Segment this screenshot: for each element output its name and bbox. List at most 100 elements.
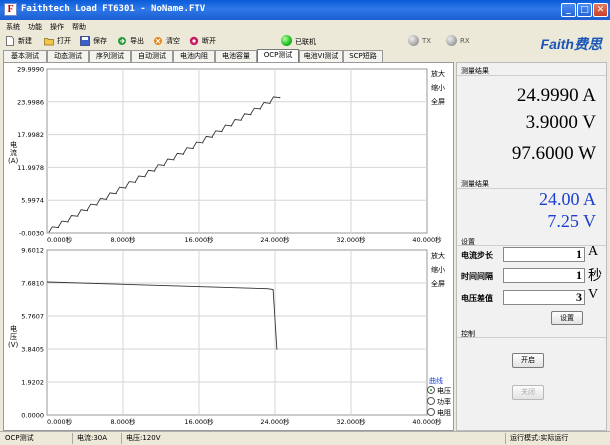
tab-battery-resistance[interactable]: 电池内阻 — [173, 50, 215, 62]
tab-ocp-test[interactable]: OCP测试 — [257, 49, 299, 63]
apply-settings-button[interactable]: 设置 — [551, 311, 583, 325]
title-bar: F Faithtech Load FT6301 - NoName.FTV _ □… — [0, 0, 610, 20]
y-tick-label: 5.7607 — [21, 313, 44, 321]
clear-button[interactable]: 清空 — [153, 35, 187, 48]
radio-icon — [427, 397, 435, 405]
tab-sequence-test[interactable]: 序列测试 — [89, 50, 131, 62]
menu-operation[interactable]: 操作 — [50, 22, 64, 32]
measured-current: 24.9990 A — [516, 85, 596, 106]
x-tick-label: 24.000秒 — [260, 417, 290, 426]
y-tick-label: 17.9982 — [17, 131, 44, 139]
ocp-voltage: 7.25 V — [547, 211, 596, 231]
window-title: Faithtech Load FT6301 - NoName.FTV — [21, 4, 206, 14]
x-tick-label: 24.000秒 — [260, 235, 290, 244]
y-tick-label: 11.9978 — [17, 164, 44, 172]
x-tick-label: 40.000秒 — [412, 235, 442, 244]
measured-voltage: 3.9000 V — [525, 112, 596, 133]
divider — [457, 337, 606, 338]
current-chart: 29.9990 23.9986 17.9982 11.9978 5.9974 -0.003… — [8, 66, 442, 245]
radio-icon — [427, 408, 435, 416]
menu-system[interactable]: 系统 — [6, 22, 20, 32]
x-tick-label: 40.000秒 — [412, 417, 442, 426]
x-tick-label: 32.000秒 — [336, 235, 366, 244]
step-input[interactable]: 1 — [503, 247, 585, 262]
tab-battery-capacity[interactable]: 电池容量 — [215, 50, 257, 62]
clear-icon — [154, 37, 162, 45]
voltage-plot-area — [46, 249, 428, 416]
x-tick-label: 16.000秒 — [184, 417, 214, 426]
tab-auto-test[interactable]: 自动测试 — [131, 50, 173, 62]
x-tick-label: 0.000秒 — [47, 417, 73, 426]
interval-input[interactable]: 1 — [503, 268, 585, 283]
vdiff-input[interactable]: 3 — [503, 290, 585, 305]
x-tick-label: 8.000秒 — [110, 235, 136, 244]
status-current: 电流:30A — [74, 433, 122, 444]
status-voltage: 电压:120V — [123, 433, 506, 444]
status-mode: 运行模式:实际运行 — [510, 434, 569, 442]
full-screen-button-2[interactable]: 全屏 — [431, 279, 445, 289]
menu-function[interactable]: 功能 — [28, 22, 42, 32]
tx-label: TX — [422, 37, 432, 45]
tab-dynamic-test[interactable]: 动态测试 — [47, 50, 89, 62]
vdiff-label: 电压差值 — [461, 294, 493, 303]
maximize-button[interactable]: □ — [577, 3, 592, 17]
curve-radio-power[interactable]: 功率 — [427, 397, 451, 407]
open-button[interactable]: 打开 — [44, 35, 78, 48]
tab-basic-test[interactable]: 基本测试 — [3, 50, 47, 62]
start-button[interactable]: 开启 — [512, 353, 544, 368]
open-folder-icon — [44, 38, 54, 46]
app-icon: F — [4, 3, 17, 16]
divider — [457, 245, 606, 246]
y-tick-label: 29.9990 — [17, 66, 44, 74]
rx-led-icon — [446, 35, 457, 46]
x-tick-label: 0.000秒 — [47, 235, 73, 244]
new-file-icon — [6, 36, 14, 46]
full-screen-button[interactable]: 全屏 — [431, 97, 445, 107]
status-bar: OCP测试 电流:30A 电压:120V 运行模式:实际运行 — [0, 431, 610, 445]
save-icon — [80, 36, 90, 46]
disconnect-icon — [189, 36, 199, 46]
step-label: 电流步长 — [461, 251, 493, 260]
voltage-chart: 9.6012 7.6810 5.7607 3.8405 1.9202 0.0000 0.0… — [8, 247, 442, 427]
tab-battery-vi-test[interactable]: 电池VI测试 — [299, 50, 343, 62]
step-unit: A — [588, 244, 599, 259]
y-tick-label: 7.6810 — [21, 280, 44, 288]
connected-led-icon — [281, 35, 292, 46]
y-tick-label: -0.0030 — [19, 230, 44, 238]
ocp-current: 24.00 A — [538, 189, 596, 209]
connected-label: 已联机 — [295, 38, 316, 46]
divider — [457, 75, 606, 76]
disconnect-button[interactable]: 断开 — [189, 35, 223, 48]
stop-button[interactable]: 关闭 — [512, 385, 544, 400]
close-button[interactable]: ✕ — [593, 3, 608, 17]
tab-scp-short[interactable]: SCP短路 — [343, 50, 383, 62]
new-button[interactable]: 新建 — [5, 35, 41, 48]
y-tick-label: 9.6012 — [21, 247, 44, 255]
current-plot-area — [46, 68, 428, 234]
export-icon — [118, 37, 126, 45]
voltage-axis-label: 电压(V) — [8, 324, 19, 349]
minimize-button[interactable]: _ — [561, 3, 576, 17]
status-test: OCP测试 — [2, 433, 73, 444]
curve-radio-voltage[interactable]: 电压 — [427, 386, 451, 396]
right-panel: 测量结果 24.9990 A 3.9000 V 97.6000 W 测量结果 2… — [456, 62, 607, 431]
export-button[interactable]: 导出 — [117, 35, 151, 48]
vdiff-unit: V — [588, 287, 599, 302]
radio-selected-icon — [427, 386, 435, 394]
x-tick-label: 8.000秒 — [110, 417, 136, 426]
y-tick-label: 23.9986 — [17, 98, 44, 106]
zoom-in-button-2[interactable]: 放大 — [431, 251, 445, 261]
zoom-in-button[interactable]: 放大 — [431, 69, 445, 79]
measured-power: 97.6000 W — [511, 143, 596, 164]
y-tick-label: 5.9974 — [21, 197, 44, 205]
rx-label: RX — [460, 37, 470, 45]
tx-led-icon — [408, 35, 419, 46]
faith-logo: Faith费思 — [540, 36, 602, 52]
x-tick-label: 32.000秒 — [336, 417, 366, 426]
curve-group-title: 曲线 — [429, 377, 443, 385]
zoom-out-button[interactable]: 缩小 — [431, 83, 445, 93]
zoom-out-button-2[interactable]: 缩小 — [431, 265, 445, 275]
save-button[interactable]: 保存 — [80, 35, 114, 48]
curve-radio-resistance[interactable]: 电阻 — [427, 408, 451, 418]
menu-help[interactable]: 帮助 — [72, 22, 86, 32]
